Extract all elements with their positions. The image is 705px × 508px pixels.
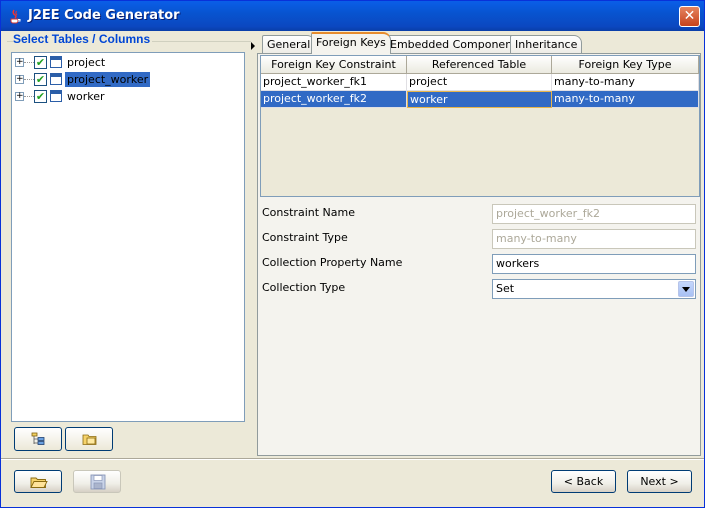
footer-separator — [1, 458, 704, 460]
expand-icon[interactable]: + — [15, 75, 24, 84]
table-icon — [50, 73, 62, 85]
tree-checkbox[interactable]: ✔ — [34, 90, 47, 103]
folder-add-icon — [82, 434, 97, 445]
tree-item-project-worker[interactable]: + ✔ project_worker — [12, 71, 212, 88]
table-icon — [50, 56, 62, 68]
tree-item-label[interactable]: worker — [65, 89, 107, 104]
table-cell[interactable]: worker — [407, 91, 552, 108]
column-header-referenced-table[interactable]: Referenced Table — [407, 56, 552, 74]
java-cup-icon — [10, 9, 21, 24]
next-button[interactable]: Next > — [627, 470, 692, 493]
table-row[interactable]: project_worker_fk1 project many-to-many — [261, 74, 699, 91]
constraint-name-field: project_worker_fk2 — [492, 204, 696, 224]
tree-item-project[interactable]: + ✔ project — [12, 54, 212, 71]
expand-icon[interactable]: + — [15, 58, 24, 67]
group-title: Select Tables / Columns — [13, 32, 153, 46]
tables-columns-panel: Select Tables / Columns + ✔ project + ✔ … — [5, 32, 253, 456]
constraint-type-field: many-to-many — [492, 229, 696, 249]
constraint-type-label: Constraint Type — [262, 231, 348, 244]
collection-property-label: Collection Property Name — [262, 256, 403, 269]
dialog-window: J2EE Code Generator ✕ Select Tables / Co… — [0, 0, 705, 508]
table-cell[interactable]: many-to-many — [552, 91, 699, 108]
collection-type-select[interactable]: Set — [492, 279, 696, 299]
tab-bar: General Foreign Keys Embedded Components… — [257, 32, 703, 54]
table-tree[interactable]: + ✔ project + ✔ project_worker + ✔ worke… — [11, 52, 245, 422]
table-icon — [50, 90, 62, 102]
expand-icon[interactable]: + — [15, 92, 24, 101]
collection-type-value: Set — [496, 282, 515, 295]
open-folder-icon — [30, 477, 48, 488]
tree-view-button[interactable] — [14, 427, 62, 451]
details-panel: General Foreign Keys Embedded Components… — [257, 32, 703, 456]
column-header-constraint-name[interactable]: Foreign Key Constraint Name — [261, 56, 407, 88]
tab-embedded-components[interactable]: Embedded Components — [385, 35, 528, 54]
collection-type-label: Collection Type — [262, 281, 346, 294]
window-title: J2EE Code Generator — [28, 8, 180, 23]
foreign-keys-tab-content: Foreign Key Constraint Name Referenced T… — [257, 53, 701, 456]
tree-structure-icon — [31, 432, 45, 445]
chevron-down-icon[interactable] — [678, 281, 694, 297]
column-header-fk-type[interactable]: Foreign Key Type — [552, 56, 699, 74]
tree-item-label[interactable]: project — [65, 55, 107, 70]
tab-general[interactable]: General — [262, 35, 316, 54]
tree-item-worker[interactable]: + ✔ worker — [12, 88, 212, 105]
close-button[interactable]: ✕ — [679, 6, 700, 27]
table-cell[interactable]: project_worker_fk2 — [261, 91, 407, 108]
foreign-key-table[interactable]: Foreign Key Constraint Name Referenced T… — [260, 55, 700, 197]
floppy-disk-icon — [90, 474, 106, 490]
table-cell[interactable]: many-to-many — [552, 74, 699, 91]
title-bar[interactable]: J2EE Code Generator ✕ — [1, 1, 704, 31]
tree-item-label[interactable]: project_worker — [65, 72, 151, 87]
tree-connector — [24, 96, 34, 97]
table-cell[interactable]: project_worker_fk1 — [261, 74, 407, 91]
tree-checkbox[interactable]: ✔ — [34, 56, 47, 69]
collection-property-input[interactable]: workers — [492, 254, 696, 274]
tab-inheritance[interactable]: Inheritance — [510, 35, 583, 54]
back-button[interactable]: < Back — [551, 470, 616, 493]
add-tables-button[interactable] — [65, 427, 113, 451]
open-button[interactable] — [14, 470, 62, 493]
save-button[interactable] — [73, 470, 121, 493]
table-row[interactable]: project_worker_fk2 worker many-to-many — [261, 91, 699, 108]
collapse-arrow-icon[interactable] — [251, 42, 255, 50]
table-header: Foreign Key Constraint Name Referenced T… — [261, 56, 699, 88]
constraint-name-label: Constraint Name — [262, 206, 355, 219]
tree-checkbox[interactable]: ✔ — [34, 73, 47, 86]
tree-connector — [24, 79, 34, 80]
tree-connector — [24, 62, 34, 63]
table-cell[interactable]: project — [407, 74, 552, 91]
tab-foreign-keys[interactable]: Foreign Keys — [311, 32, 391, 54]
